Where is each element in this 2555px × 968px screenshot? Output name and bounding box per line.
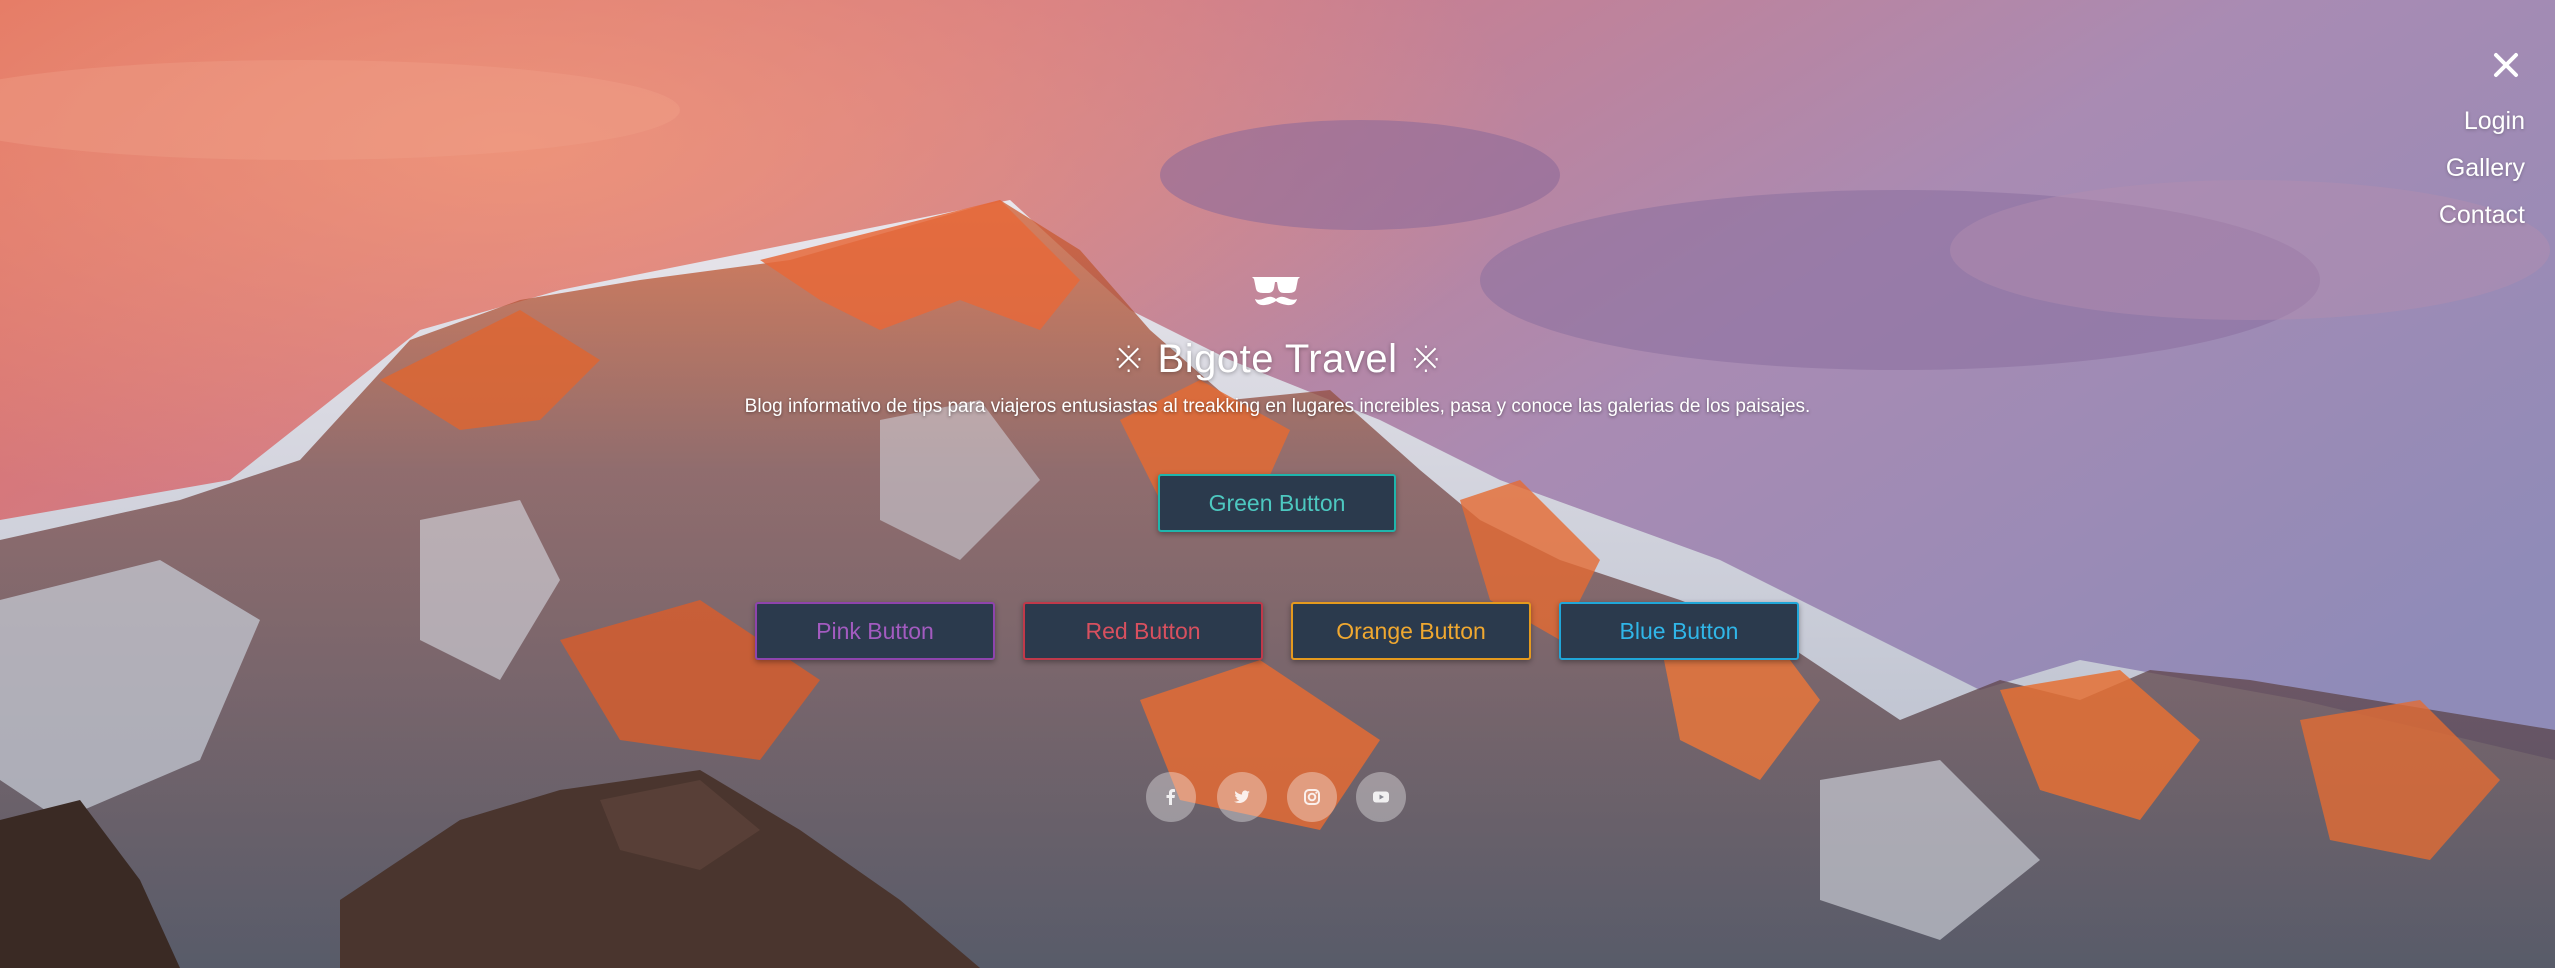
nav-item-login[interactable]: Login [2439,98,2525,145]
green-button[interactable]: Green Button [1158,474,1396,532]
close-menu-button[interactable] [2489,48,2523,82]
close-icon [2494,53,2518,77]
youtube-icon [1373,791,1389,803]
blue-button[interactable]: Blue Button [1559,602,1799,660]
nav-item-gallery[interactable]: Gallery [2439,145,2525,192]
orange-button[interactable]: Orange Button [1291,602,1531,660]
social-facebook-button[interactable] [1146,772,1196,822]
facebook-icon [1166,789,1175,805]
pink-button[interactable]: Pink Button [755,602,995,660]
nav-item-contact[interactable]: Contact [2439,192,2525,239]
instagram-icon [1304,789,1320,805]
social-instagram-button[interactable] [1287,772,1337,822]
mustache-glasses-icon [1252,277,1300,306]
social-youtube-button[interactable] [1356,772,1406,822]
social-twitter-button[interactable] [1217,772,1267,822]
red-button[interactable]: Red Button [1023,602,1263,660]
nav-menu: Login Gallery Contact [2439,98,2525,239]
twitter-icon [1234,790,1250,803]
page-subtitle: Blog informativo de tips para viajeros e… [744,396,1811,417]
page-title: ※ Bigote Travel ※ [1111,337,1444,381]
